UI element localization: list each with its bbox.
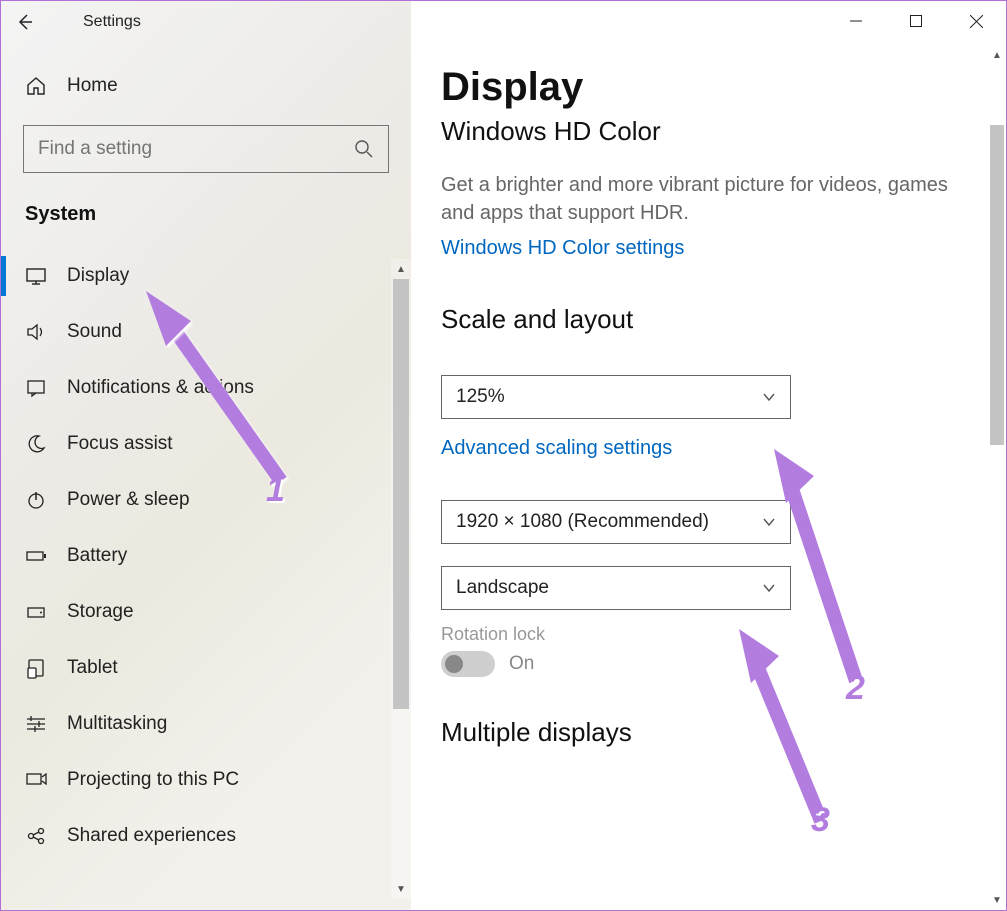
resolution-value: 1920 × 1080 (Recommended) xyxy=(456,511,709,533)
sidebar-item-shared[interactable]: Shared experiences xyxy=(1,808,411,864)
chevron-down-icon xyxy=(762,390,776,404)
sidebar-item-label: Shared experiences xyxy=(67,825,236,847)
scroll-down-icon[interactable]: ▼ xyxy=(391,879,411,899)
title-bar: Settings xyxy=(1,1,1006,43)
main-content: Display Windows HD Color Get a brighter … xyxy=(411,1,1006,910)
home-button[interactable]: Home xyxy=(1,61,411,111)
sidebar: Home System Display Sound Notifications … xyxy=(1,1,411,910)
multitask-icon xyxy=(25,713,47,735)
sidebar-item-label: Notifications & actions xyxy=(67,377,254,399)
battery-icon xyxy=(25,545,47,567)
minimize-button[interactable] xyxy=(826,1,886,41)
category-heading: System xyxy=(1,195,411,234)
main-scrollbar[interactable]: ▲ ▼ xyxy=(988,45,1006,910)
rotation-lock-value: On xyxy=(509,653,534,675)
sidebar-item-label: Sound xyxy=(67,321,122,343)
sidebar-item-multitasking[interactable]: Multitasking xyxy=(1,696,411,752)
sidebar-item-projecting[interactable]: Projecting to this PC xyxy=(1,752,411,808)
monitor-icon xyxy=(25,265,47,287)
back-arrow-icon xyxy=(16,13,34,31)
sidebar-item-notifications[interactable]: Notifications & actions xyxy=(1,360,411,416)
sidebar-item-label: Tablet xyxy=(67,657,118,679)
home-icon xyxy=(25,75,47,97)
moon-icon xyxy=(25,433,47,455)
notification-icon xyxy=(25,377,47,399)
sidebar-item-display[interactable]: Display xyxy=(1,248,411,304)
multiple-displays-heading: Multiple displays xyxy=(441,717,976,748)
scroll-up-icon[interactable]: ▲ xyxy=(391,259,411,279)
sidebar-item-label: Projecting to this PC xyxy=(67,769,239,791)
sidebar-item-storage[interactable]: Storage xyxy=(1,584,411,640)
tablet-icon xyxy=(25,657,47,679)
sidebar-item-focus-assist[interactable]: Focus assist xyxy=(1,416,411,472)
sidebar-item-label: Display xyxy=(67,265,129,287)
search-input[interactable] xyxy=(38,138,374,160)
advanced-scaling-link[interactable]: Advanced scaling settings xyxy=(441,437,672,460)
scroll-up-icon[interactable]: ▲ xyxy=(988,45,1006,65)
sidebar-item-label: Multitasking xyxy=(67,713,167,735)
shared-icon xyxy=(25,825,47,847)
chevron-down-icon xyxy=(762,581,776,595)
hd-color-description: Get a brighter and more vibrant picture … xyxy=(441,171,961,227)
search-box[interactable] xyxy=(23,125,389,173)
project-icon xyxy=(25,769,47,791)
scroll-down-icon[interactable]: ▼ xyxy=(988,890,1006,910)
scrollbar-thumb[interactable] xyxy=(393,279,409,709)
close-button[interactable] xyxy=(946,1,1006,41)
hd-color-settings-link[interactable]: Windows HD Color settings xyxy=(441,237,684,260)
home-label: Home xyxy=(67,75,118,97)
search-icon xyxy=(354,139,374,159)
settings-window: Settings Home System Display Sound xyxy=(0,0,1007,911)
orientation-value: Landscape xyxy=(456,577,549,599)
sidebar-item-label: Storage xyxy=(67,601,134,623)
chevron-down-icon xyxy=(762,515,776,529)
storage-icon xyxy=(25,601,47,623)
scale-value: 125% xyxy=(456,386,505,408)
sidebar-item-power-sleep[interactable]: Power & sleep xyxy=(1,472,411,528)
scale-layout-heading: Scale and layout xyxy=(441,304,976,335)
sidebar-scrollbar[interactable]: ▲ ▼ xyxy=(391,259,411,899)
sidebar-item-battery[interactable]: Battery xyxy=(1,528,411,584)
rotation-lock-label: Rotation lock xyxy=(441,624,976,645)
power-icon xyxy=(25,489,47,511)
rotation-lock-row: On xyxy=(441,651,976,677)
page-title: Display xyxy=(441,65,976,110)
orientation-dropdown[interactable]: Landscape xyxy=(441,566,791,610)
hd-color-heading: Windows HD Color xyxy=(441,116,976,147)
window-title: Settings xyxy=(83,13,141,31)
scale-dropdown[interactable]: 125% xyxy=(441,375,791,419)
sidebar-item-label: Focus assist xyxy=(67,433,173,455)
sound-icon xyxy=(25,321,47,343)
rotation-lock-toggle[interactable] xyxy=(441,651,495,677)
back-button[interactable] xyxy=(1,1,49,43)
sidebar-item-label: Battery xyxy=(67,545,127,567)
scrollbar-thumb[interactable] xyxy=(990,125,1004,445)
sidebar-item-tablet[interactable]: Tablet xyxy=(1,640,411,696)
sidebar-item-sound[interactable]: Sound xyxy=(1,304,411,360)
window-controls xyxy=(826,1,1006,41)
sidebar-item-label: Power & sleep xyxy=(67,489,190,511)
nav-list: Display Sound Notifications & actions Fo… xyxy=(1,248,411,864)
maximize-button[interactable] xyxy=(886,1,946,41)
resolution-dropdown[interactable]: 1920 × 1080 (Recommended) xyxy=(441,500,791,544)
toggle-knob xyxy=(445,655,463,673)
